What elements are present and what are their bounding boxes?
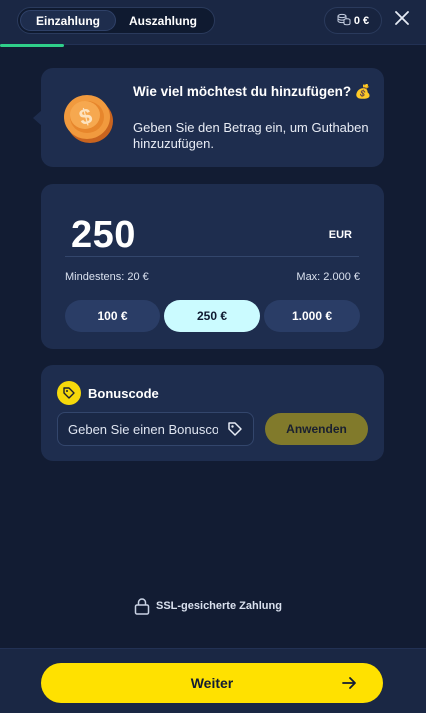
progress-fill [0,44,64,47]
info-title: Wie viel möchtest du hinzufügen? 💰 [133,84,372,99]
tab-withdraw[interactable]: Auszahlung [116,10,210,31]
speech-tail [33,110,42,126]
tag-icon [57,381,81,405]
balance-badge[interactable]: 0 € [324,7,382,34]
deposit-withdraw-tabs: Einzahlung Auszahlung [17,7,215,34]
close-icon [395,10,409,30]
tag-outline-icon [228,422,242,436]
info-card: $ Wie viel möchtest du hinzufügen? 💰 Geb… [33,68,384,167]
bonus-code-input[interactable] [68,413,218,445]
ssl-notice: SSL-gesicherte Zahlung [134,597,282,615]
tab-deposit[interactable]: Einzahlung [20,10,116,31]
preset-100-button[interactable]: 100 € [65,300,160,332]
amount-input[interactable]: 250 [71,214,136,257]
coins-icon [337,12,351,29]
footer: Weiter [0,648,426,713]
amount-card: 250 EUR Mindestens: 20 € Max: 2.000 € 10… [41,184,384,349]
info-description: Geben Sie den Betrag ein, um Guthaben hi… [133,120,369,151]
amount-underline [65,256,359,257]
lock-icon [134,598,150,615]
coin-icon: $ [64,95,113,143]
header: Einzahlung Auszahlung 0 € [0,0,426,47]
bonus-card: Bonuscode Anwenden [41,365,384,461]
balance-amount: 0 € [353,14,370,27]
progress-bar [0,44,426,47]
currency-label: EUR [328,229,352,241]
apply-button[interactable]: Anwenden [265,413,368,445]
arrow-right-icon [342,677,356,689]
max-limit: Max: 2.000 € [296,271,360,283]
bonus-field [57,412,254,446]
ssl-label: SSL-gesicherte Zahlung [156,600,282,612]
preset-250-button[interactable]: 250 € [164,300,260,332]
continue-label: Weiter [190,675,234,691]
close-button[interactable] [392,10,412,30]
continue-button[interactable]: Weiter [41,663,383,703]
preset-1000-button[interactable]: 1.000 € [264,300,360,332]
bonus-label: Bonuscode [88,386,159,401]
min-limit: Mindestens: 20 € [65,271,149,283]
